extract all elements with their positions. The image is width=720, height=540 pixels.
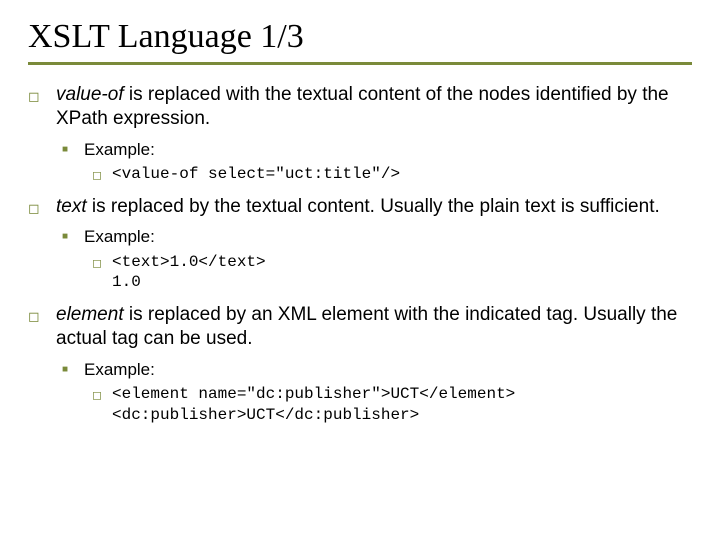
term: text: [56, 196, 87, 217]
rest: is replaced by the textual content. Usua…: [87, 196, 660, 217]
sub-sub-bullet-item: ◻ <value-of select="uct:title"/>: [92, 164, 692, 185]
title-underline: [28, 62, 692, 65]
example-label: Example:: [84, 139, 155, 160]
title-wrap: XSLT Language 1/3: [28, 18, 692, 56]
bullet-item: ◻ value-of is replaced with the textual …: [28, 83, 692, 131]
term: value-of: [56, 84, 124, 105]
square-filled-bullet-icon: ■: [62, 359, 84, 380]
sub-bullet-item: ■ Example:: [62, 139, 692, 160]
slide-title: XSLT Language 1/3: [28, 18, 692, 56]
square-filled-bullet-icon: ■: [62, 226, 84, 247]
sub-sub-bullet-item: ◻ <text>1.0</text> 1.0: [92, 252, 692, 294]
code-example: <value-of select="uct:title"/>: [112, 164, 400, 185]
square-bullet-icon: ◻: [92, 384, 112, 426]
example-label: Example:: [84, 226, 155, 247]
square-bullet-icon: ◻: [92, 164, 112, 185]
bullet-text: value-of is replaced with the textual co…: [56, 83, 692, 131]
square-bullet-icon: ◻: [92, 252, 112, 294]
term: element: [56, 304, 124, 325]
square-filled-bullet-icon: ■: [62, 139, 84, 160]
sub-bullet-item: ■ Example:: [62, 226, 692, 247]
rest: is replaced by an XML element with the i…: [56, 304, 677, 349]
slide: XSLT Language 1/3 ◻ value-of is replaced…: [0, 0, 720, 455]
bullet-text: text is replaced by the textual content.…: [56, 195, 692, 219]
square-bullet-icon: ◻: [28, 303, 56, 351]
square-bullet-icon: ◻: [28, 83, 56, 131]
sub-sub-bullet-item: ◻ <element name="dc:publisher">UCT</elem…: [92, 384, 692, 426]
sub-bullet-item: ■ Example:: [62, 359, 692, 380]
example-label: Example:: [84, 359, 155, 380]
bullet-item: ◻ text is replaced by the textual conten…: [28, 195, 692, 219]
code-example: <text>1.0</text> 1.0: [112, 252, 266, 294]
square-bullet-icon: ◻: [28, 195, 56, 219]
rest: is replaced with the textual content of …: [56, 84, 669, 129]
bullet-item: ◻ element is replaced by an XML element …: [28, 303, 692, 351]
slide-content: ◻ value-of is replaced with the textual …: [28, 83, 692, 425]
bullet-text: element is replaced by an XML element wi…: [56, 303, 692, 351]
code-example: <element name="dc:publisher">UCT</elemen…: [112, 384, 515, 426]
